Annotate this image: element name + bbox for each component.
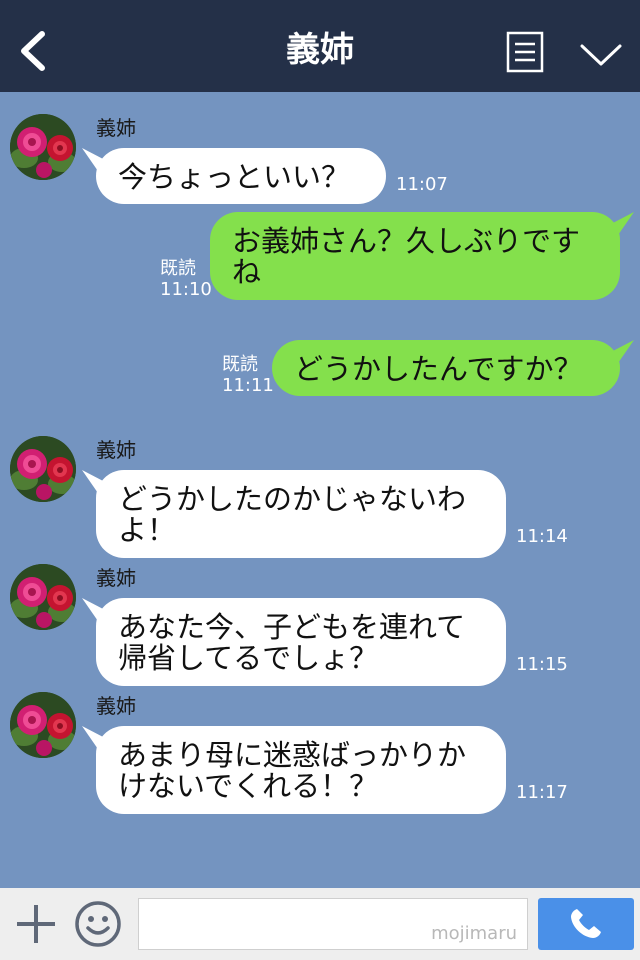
chat-title: 義姉 bbox=[286, 30, 354, 70]
plus-icon[interactable] bbox=[14, 902, 58, 946]
message-time: 11:17 bbox=[516, 782, 568, 803]
menu-icon[interactable] bbox=[506, 31, 544, 73]
chevron-down-icon[interactable] bbox=[578, 40, 624, 70]
message-meta: 既読 11:11 bbox=[222, 354, 274, 396]
message-time: 11:14 bbox=[516, 526, 568, 547]
rose-avatar-icon bbox=[10, 564, 76, 630]
sender-name: 義姉 bbox=[96, 438, 136, 462]
read-receipt: 既読 bbox=[160, 258, 196, 279]
smile-icon[interactable] bbox=[74, 900, 122, 948]
message-bubble[interactable]: あなた今、子どもを連れて 帰省してるでしょ？ bbox=[96, 598, 506, 686]
chat-header: 義姉 bbox=[0, 0, 640, 92]
message-time: 11:15 bbox=[516, 654, 568, 675]
sender-name: 義姉 bbox=[96, 566, 136, 590]
sender-avatar[interactable] bbox=[10, 564, 76, 630]
message-meta: 既読 11:10 bbox=[160, 258, 212, 300]
sender-avatar[interactable] bbox=[10, 436, 76, 502]
rose-avatar-icon bbox=[10, 692, 76, 758]
sender-avatar[interactable] bbox=[10, 114, 76, 180]
message-time: 11:11 bbox=[222, 375, 274, 396]
rose-avatar-icon bbox=[10, 114, 76, 180]
message-bubble[interactable]: あまり母に迷惑ばっかりか けないでくれる！？ bbox=[96, 726, 506, 814]
message-time: 11:07 bbox=[396, 174, 448, 195]
read-receipt: 既読 bbox=[222, 354, 258, 375]
watermark-text: mojimaru bbox=[431, 923, 517, 944]
message-bubble[interactable]: どうかしたのかじゃないわ よ！ bbox=[96, 470, 506, 558]
message-input[interactable]: mojimaru bbox=[138, 898, 528, 950]
message-time: 11:10 bbox=[160, 279, 212, 300]
chat-area[interactable]: 義姉 今ちょっといい？ 11:07 既読 11:10 お義姉さん？久しぶりです … bbox=[0, 92, 640, 888]
sender-name: 義姉 bbox=[96, 694, 136, 718]
message-bubble[interactable]: 今ちょっといい？ bbox=[96, 148, 386, 204]
rose-avatar-icon bbox=[10, 436, 76, 502]
message-bubble[interactable]: お義姉さん？久しぶりです ね bbox=[210, 212, 620, 300]
message-bubble[interactable]: どうかしたんですか？ bbox=[272, 340, 620, 396]
sender-avatar[interactable] bbox=[10, 692, 76, 758]
sender-name: 義姉 bbox=[96, 116, 136, 140]
phone-icon bbox=[571, 909, 601, 938]
call-button[interactable] bbox=[538, 898, 634, 950]
